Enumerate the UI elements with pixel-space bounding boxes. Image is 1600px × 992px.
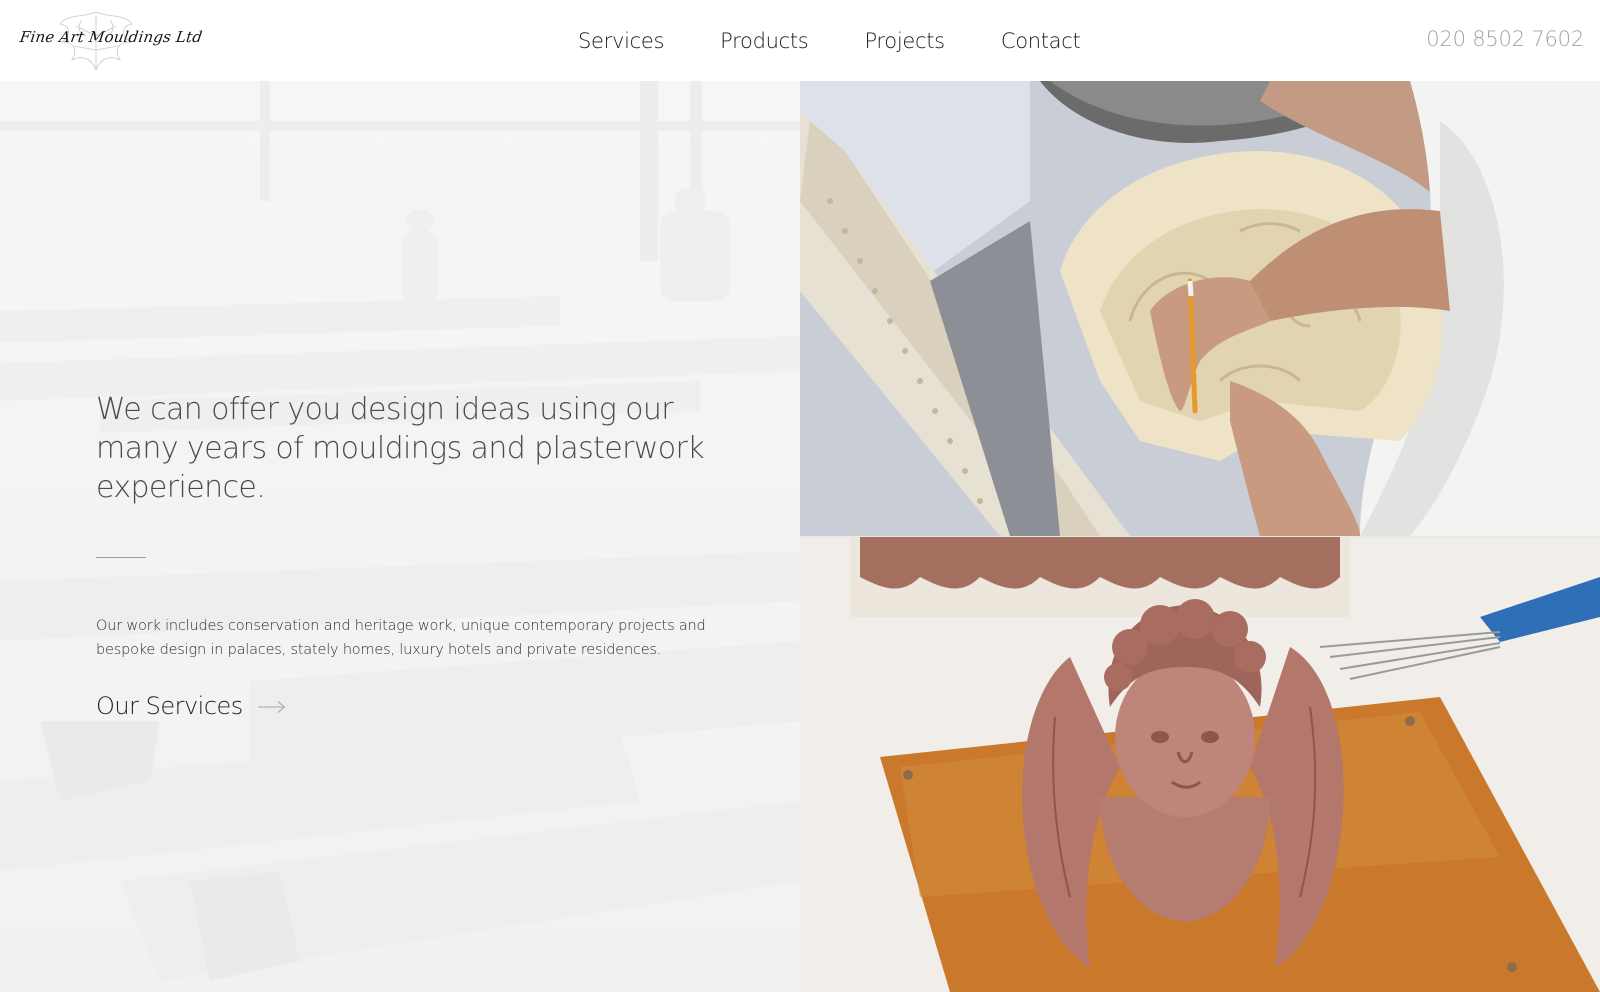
- company-logo[interactable]: Fine Art Mouldings Ltd: [16, 6, 204, 74]
- arrow-right-icon: [257, 699, 287, 713]
- nav-item-contact[interactable]: Contact: [1001, 29, 1081, 53]
- our-services-link[interactable]: Our Services: [96, 692, 736, 720]
- hero-content: We can offer you design ideas using our …: [96, 390, 736, 720]
- craftsman-photo: [800, 81, 1600, 536]
- cherub-photo: [800, 537, 1600, 992]
- main-nav: Services Products Projects Contact: [578, 0, 1081, 81]
- hero-divider: [96, 557, 146, 558]
- hero-headline: We can offer you design ideas using our …: [96, 392, 705, 505]
- logo-text: Fine Art Mouldings Ltd: [18, 28, 204, 46]
- nav-item-projects[interactable]: Projects: [864, 29, 945, 53]
- phone-number-link[interactable]: 020 8502 7602: [1426, 0, 1584, 81]
- hero-body-text: Our work includes conservation and herit…: [96, 618, 706, 658]
- our-services-label: Our Services: [96, 692, 243, 720]
- hero-panel: We can offer you design ideas using our …: [0, 81, 800, 992]
- site-header: Fine Art Mouldings Ltd Services Products…: [0, 0, 1600, 81]
- nav-item-services[interactable]: Services: [578, 29, 664, 53]
- nav-item-products[interactable]: Products: [720, 29, 809, 53]
